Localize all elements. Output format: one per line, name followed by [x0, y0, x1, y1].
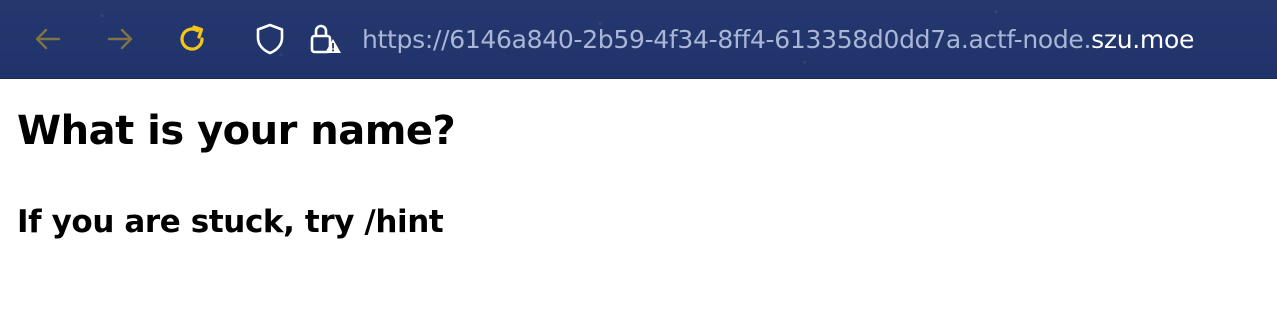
arrow-right-icon	[107, 28, 133, 50]
browser-toolbar: https://6146a840-2b59-4f34-8ff4-613358d0…	[0, 0, 1277, 79]
arrow-left-icon	[35, 28, 61, 50]
shield-icon	[256, 23, 284, 55]
url-host: szu.moe	[1091, 25, 1195, 54]
forward-button[interactable]	[100, 19, 140, 59]
url-prefix: https://6146a840-2b59-4f34-8ff4-613358d0…	[362, 25, 1092, 54]
reload-icon	[180, 25, 204, 51]
tracking-protection-button[interactable]	[250, 19, 290, 59]
page-title: What is your name?	[17, 108, 456, 154]
hint-text: If you are stuck, try /hint	[17, 204, 444, 240]
site-security-button[interactable]	[305, 19, 345, 59]
back-button[interactable]	[28, 19, 68, 59]
address-bar[interactable]: https://6146a840-2b59-4f34-8ff4-613358d0…	[362, 22, 1194, 58]
page-content: What is your name? If you are stuck, try…	[0, 79, 1277, 241]
reload-button[interactable]	[172, 19, 212, 59]
lock-warning-icon	[310, 24, 341, 54]
